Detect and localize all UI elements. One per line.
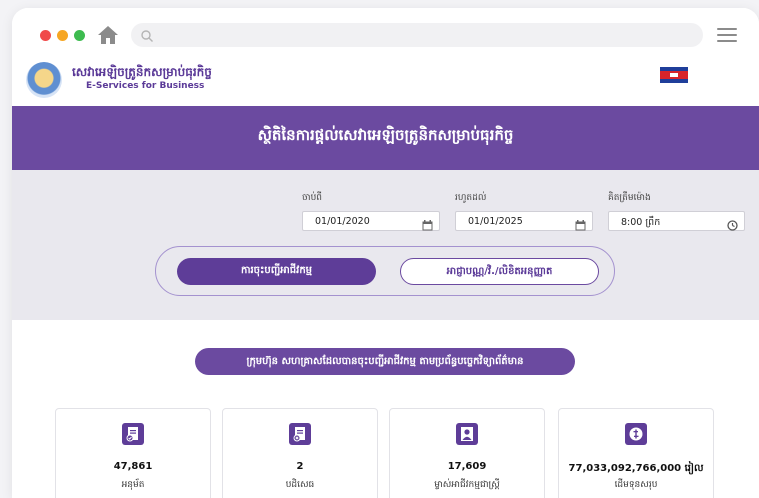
total-capital-label: ដើមទុនសរុប <box>614 480 658 490</box>
clock-icon[interactable] <box>727 216 738 231</box>
license-permit-tab[interactable]: អាជ្ញាបណ្ណ/វិ./លិខិតអនុញ្ញាត <box>400 258 599 285</box>
home-icon[interactable] <box>97 25 119 45</box>
rejected-count: 2 <box>296 461 304 472</box>
time-value: 8:00 ព្រឹក <box>621 217 661 228</box>
approved-label: អនុម័ត <box>121 480 145 490</box>
rejected-document-icon <box>289 423 311 445</box>
page-title: ស្ថិតិនៃការផ្តល់សេវាអេឡិចត្រូនិកសម្រាប់ធ… <box>257 126 514 144</box>
menu-icon[interactable] <box>717 28 737 42</box>
end-date-value: 01/01/2025 <box>468 216 523 227</box>
close-window-dot[interactable] <box>40 30 51 41</box>
stats-section: ក្រុមហ៊ុន សហគ្រាសដែលបានចុះបញ្ជីអាជីវកម្ម… <box>12 320 759 498</box>
stat-card-approved: 47,861 អនុម័ត <box>55 408 211 498</box>
site-title-english[interactable]: E-Services for Business <box>86 81 204 91</box>
site-header: សេវាអេឡិចត្រូនិកសម្រាប់ធុរកិច្ច E-Servic… <box>12 62 759 106</box>
approved-count: 47,861 <box>113 461 153 472</box>
page-banner: ស្ថិតិនៃការផ្តល់សេវាអេឡិចត្រូនិកសម្រាប់ធ… <box>12 106 759 170</box>
cambodia-flag-icon[interactable] <box>660 67 688 83</box>
category-toggle: ការចុះបញ្ជីអាជីវកម្ម អាជ្ញាបណ្ណ/វិ./លិខិ… <box>155 246 615 296</box>
women-owners-count: 17,609 <box>447 461 487 472</box>
rejected-label: បដិសេធ <box>285 480 315 490</box>
start-date-value: 01/01/2020 <box>315 216 370 227</box>
calendar-icon[interactable] <box>575 216 586 231</box>
ministry-logo-icon[interactable] <box>26 62 62 98</box>
capital-icon <box>625 423 647 445</box>
start-date-label: ចាប់ពី <box>302 193 322 203</box>
browser-window: សេវាអេឡិចត្រូនិកសម្រាប់ធុរកិច្ច E-Servic… <box>12 8 759 498</box>
stat-card-rejected: 2 បដិសេធ <box>222 408 378 498</box>
woman-owner-icon <box>456 423 478 445</box>
start-date-field[interactable]: 01/01/2020 <box>302 211 440 231</box>
women-owners-label: ម្ចាស់អាជីវកម្មជាស្ត្រី <box>434 480 500 490</box>
business-registration-tab[interactable]: ការចុះបញ្ជីអាជីវកម្ម <box>177 258 376 285</box>
time-field[interactable]: 8:00 ព្រឹក <box>608 211 745 231</box>
maximize-window-dot[interactable] <box>74 30 85 41</box>
filter-panel: ចាប់ពី 01/01/2020 រហូតដល់ 01/01/2025 គិត… <box>12 170 759 320</box>
stat-card-total-capital: 77,033,092,766,000 រៀល ដើមទុនសរុប <box>558 408 714 498</box>
stat-card-women-owners: 17,609 ម្ចាស់អាជីវកម្មជាស្ត្រី <box>389 408 545 498</box>
minimize-window-dot[interactable] <box>57 30 68 41</box>
calendar-icon[interactable] <box>422 216 433 231</box>
end-date-field[interactable]: 01/01/2025 <box>455 211 593 231</box>
section-heading: ក្រុមហ៊ុន សហគ្រាសដែលបានចុះបញ្ជីអាជីវកម្ម… <box>195 348 575 375</box>
approved-document-icon <box>122 423 144 445</box>
search-icon <box>140 28 154 42</box>
browser-toolbar <box>12 8 759 62</box>
site-title-khmer[interactable]: សេវាអេឡិចត្រូនិកសម្រាប់ធុរកិច្ច <box>72 64 212 82</box>
end-date-label: រហូតដល់ <box>455 193 487 203</box>
total-capital-value: 77,033,092,766,000 រៀល <box>568 463 704 474</box>
time-label: គិតត្រឹមម៉ោង <box>608 193 651 203</box>
address-bar[interactable] <box>131 23 703 47</box>
